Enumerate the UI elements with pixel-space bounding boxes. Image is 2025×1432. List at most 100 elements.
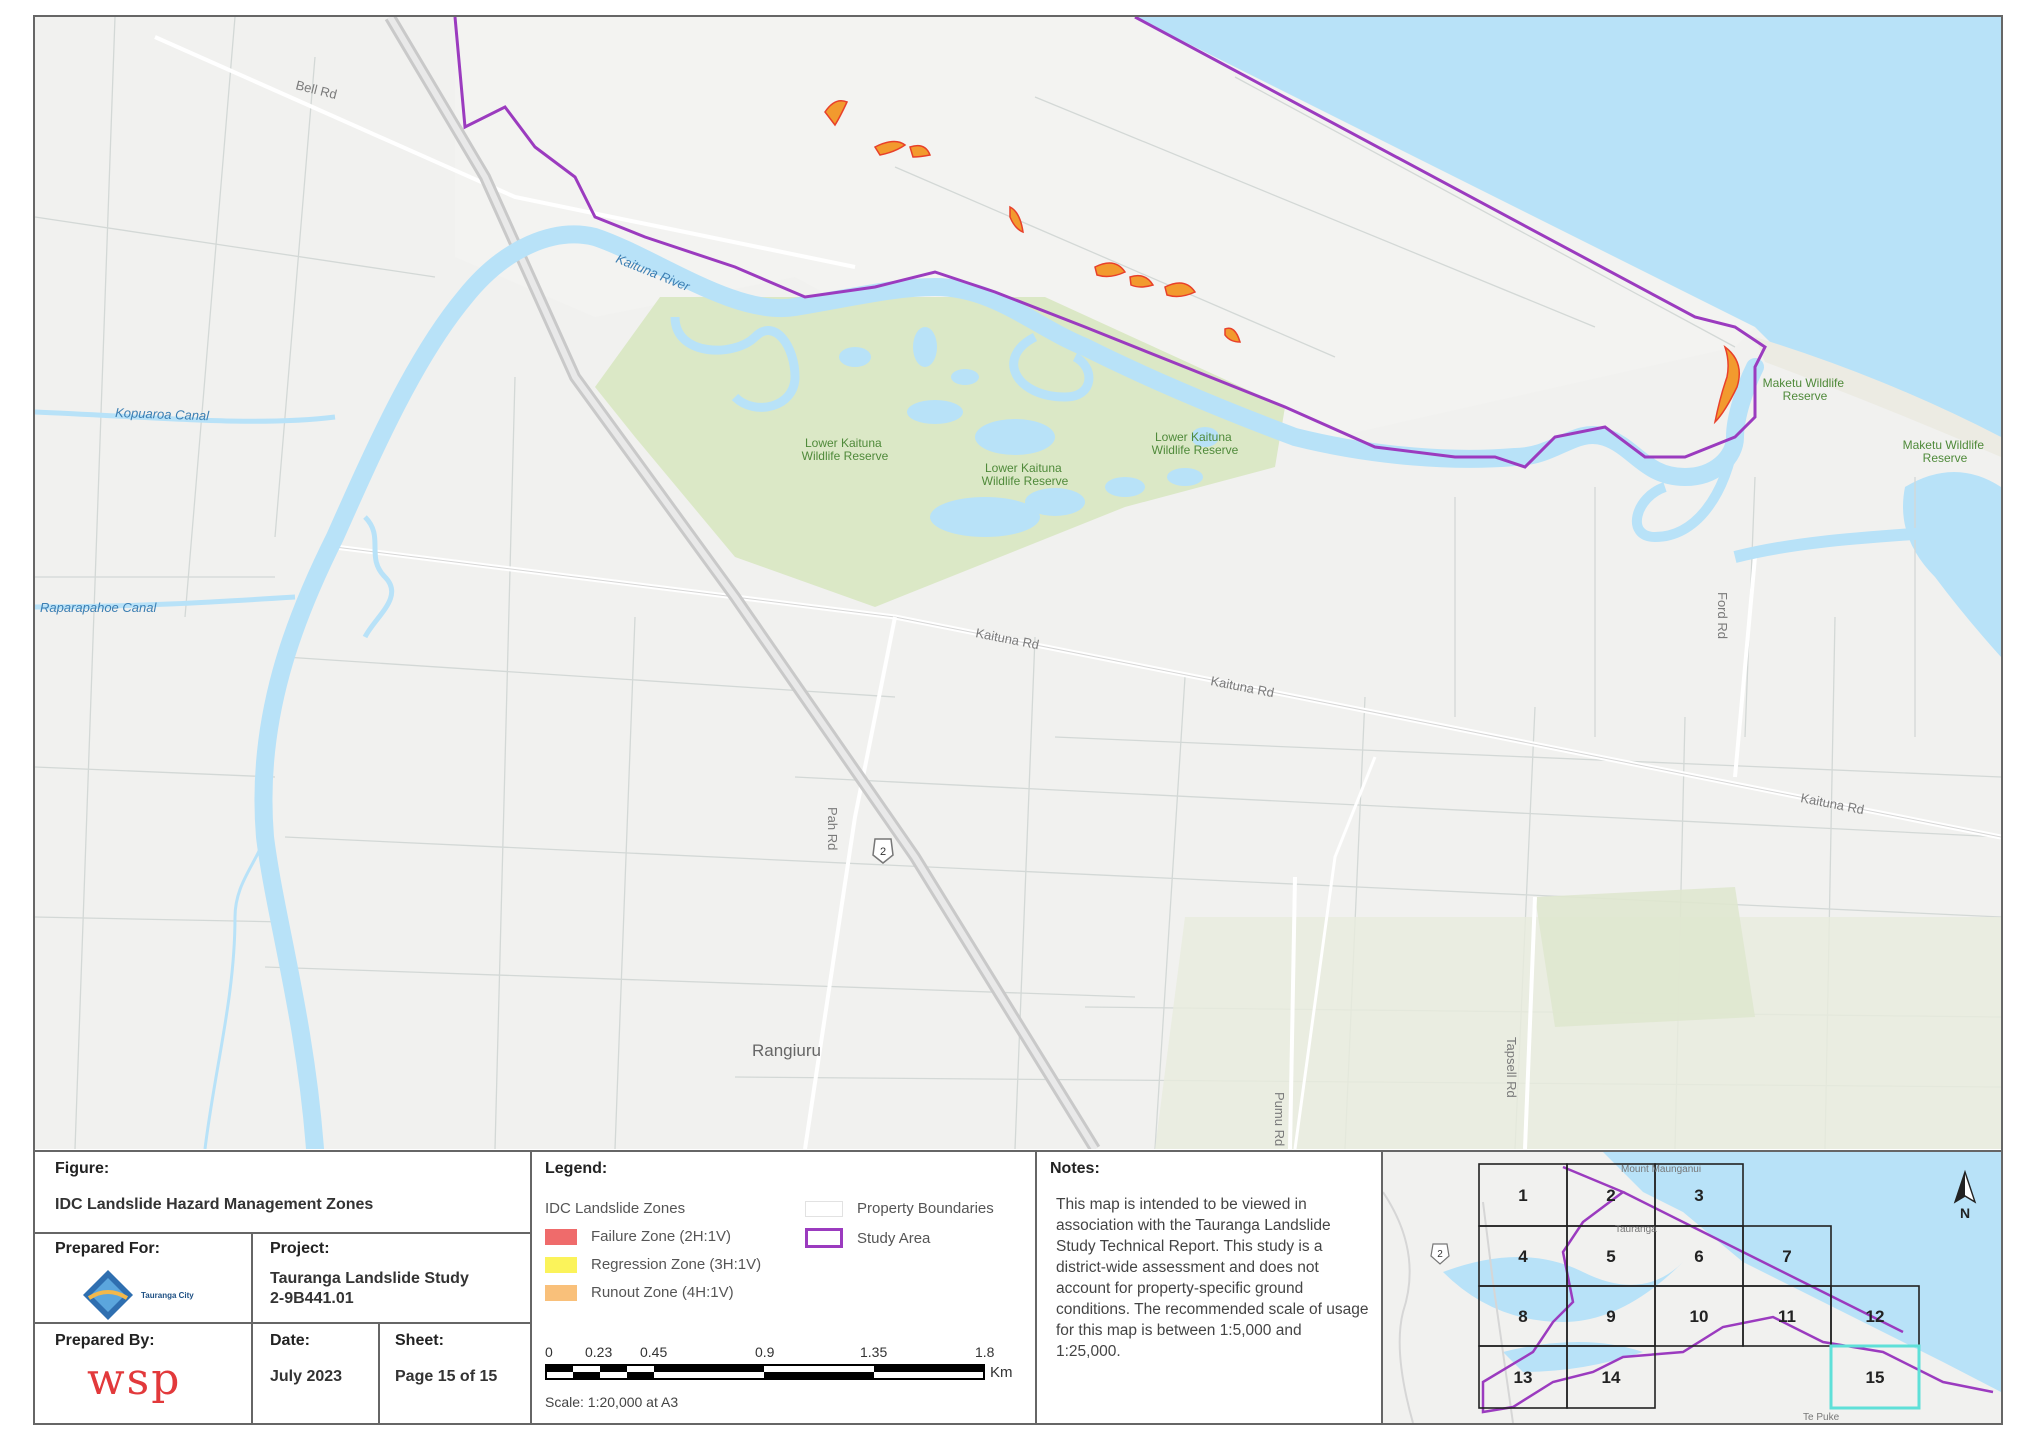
- scale-tick-label: 0.9: [755, 1344, 775, 1360]
- scale-text: Scale: 1:20,000 at A3: [545, 1394, 679, 1410]
- divider: [530, 1152, 532, 1425]
- reserve-label-line: Reserve: [1783, 389, 1828, 403]
- main-map[interactable]: Bell Rd Kaituna Rd Kaituna Rd Kaituna Rd…: [35, 17, 2001, 1149]
- legend-item-failure: Failure Zone (2H:1V): [545, 1228, 731, 1245]
- divider: [35, 1232, 530, 1234]
- index-sheet-number: 4: [1518, 1247, 1528, 1266]
- reserve-label-line: Lower Kaituna: [985, 461, 1062, 475]
- reserve-label-line: Wildlife Reserve: [802, 449, 889, 463]
- divider: [35, 1322, 530, 1324]
- figure-block: Figure: IDC Landslide Hazard Management …: [55, 1160, 373, 1214]
- map-sheet-frame: Bell Rd Kaituna Rd Kaituna Rd Kaituna Rd…: [33, 15, 2003, 1425]
- index-sheet-number: 6: [1694, 1247, 1703, 1266]
- legend-swatch-failure: [545, 1228, 577, 1245]
- divider: [251, 1232, 253, 1425]
- reserve-label-line: Reserve: [1923, 451, 1968, 465]
- legend-group-title: IDC Landslide Zones: [545, 1200, 686, 1217]
- scale-tick-label: 0.45: [640, 1344, 668, 1360]
- index-sheet-number: 1: [1518, 1186, 1527, 1205]
- index-sheet-number: 10: [1690, 1307, 1709, 1326]
- reserve-label: Lower Kaituna Wildlife Reserve: [982, 461, 1069, 488]
- scale-unit: Km: [990, 1364, 1013, 1381]
- prepared-for-label: Prepared For:: [55, 1240, 160, 1257]
- scale-tick-label: 1.35: [860, 1344, 888, 1360]
- legend-item-label: Runout Zone (4H:1V): [591, 1284, 734, 1301]
- index-sheet-number: 11: [1778, 1307, 1796, 1326]
- index-sheet-number: 5: [1606, 1247, 1615, 1266]
- sheet-label: Sheet:: [395, 1332, 444, 1349]
- shield-number: 2: [880, 846, 886, 858]
- legend-item-study-area: Study Area: [805, 1228, 930, 1248]
- reserve-label: Lower Kaituna Wildlife Reserve: [1152, 430, 1239, 457]
- scale-tick-label: 0.23: [585, 1344, 613, 1360]
- legend-swatch-study-area: [805, 1228, 843, 1248]
- legend-swatch-regression: [545, 1256, 577, 1273]
- reserve-label-line: Wildlife Reserve: [982, 474, 1069, 488]
- divider: [1035, 1152, 1037, 1425]
- road-label-tapsell: Tapsell Rd: [1504, 1037, 1519, 1098]
- reserve-label-line: Lower Kaituna: [1155, 430, 1232, 444]
- road-label-pumu: Pumu Rd: [1272, 1092, 1287, 1146]
- legend-swatch-property: [805, 1200, 843, 1217]
- date-value: July 2023: [270, 1368, 343, 1385]
- index-map[interactable]: 1 2 3 4 5 6 7 8 9 10 11 12 13 14 15 Moun…: [1383, 1152, 2001, 1423]
- reserve-label: Lower Kaituna Wildlife Reserve: [802, 436, 889, 463]
- title-block: Figure: IDC Landslide Hazard Management …: [35, 1150, 2001, 1425]
- figure-label: Figure:: [55, 1160, 110, 1177]
- notes-block: Notes: This map is intended to be viewed…: [1050, 1160, 1370, 1362]
- notes-text: This map is intended to be viewed in ass…: [1056, 1196, 1369, 1360]
- index-sheet-number: 12: [1866, 1307, 1885, 1326]
- reserve-label-line: Maketu Wildlife: [1763, 376, 1845, 390]
- wsp-logo: wsp: [87, 1354, 182, 1405]
- north-label: N: [1960, 1205, 1970, 1221]
- index-place-label: Mount Maunganui: [1621, 1164, 1701, 1175]
- client-logo: Tauranga City: [81, 1268, 245, 1322]
- legend-item-label: Regression Zone (3H:1V): [591, 1256, 762, 1273]
- index-highway-shield-number: 2: [1437, 1249, 1443, 1260]
- sheet-block: Sheet: Page 15 of 15: [395, 1332, 497, 1386]
- farmland-patch: [1535, 887, 1755, 1027]
- scale-tick-label: 1.8: [975, 1344, 995, 1360]
- project-number: 2-9B441.01: [270, 1290, 354, 1307]
- client-logo-text: Tauranga City: [141, 1290, 194, 1300]
- legend-label: Legend:: [545, 1160, 608, 1177]
- legend-item-runout: Runout Zone (4H:1V): [545, 1284, 734, 1301]
- figure-title: IDC Landslide Hazard Management Zones: [55, 1196, 374, 1213]
- index-sheet-number: 14: [1602, 1368, 1621, 1387]
- legend-item-label: Failure Zone (2H:1V): [591, 1228, 732, 1245]
- index-sheet-number: 15: [1866, 1368, 1885, 1387]
- notes-label: Notes:: [1050, 1160, 1100, 1177]
- index-sheet-number: 3: [1694, 1186, 1703, 1205]
- index-map-canvas: 1 2 3 4 5 6 7 8 9 10 11 12 13 14 15 Moun…: [1383, 1152, 2001, 1423]
- legend-item-property-boundaries: Property Boundaries: [805, 1200, 994, 1217]
- index-sheet-number: 8: [1518, 1307, 1527, 1326]
- tauranga-city-logo-icon: [83, 1270, 133, 1320]
- project-name: Tauranga Landslide Study: [270, 1270, 469, 1287]
- legend-item-label: Study Area: [857, 1229, 931, 1247]
- prepared-for-block: Prepared For: Tauranga City: [55, 1240, 245, 1322]
- reserve-label-line: Wildlife Reserve: [1152, 443, 1239, 457]
- legend-swatch-runout: [545, 1284, 577, 1301]
- legend-block: Legend: IDC Landslide Zones Failure Zone…: [545, 1160, 1025, 1420]
- scale-bar-graphic: [545, 1364, 985, 1380]
- road-label-pah: Pah Rd: [825, 807, 840, 850]
- map-canvas: Bell Rd Kaituna Rd Kaituna Rd Kaituna Rd…: [35, 17, 2001, 1149]
- index-sheet-number: 9: [1606, 1307, 1615, 1326]
- date-block: Date: July 2023: [270, 1332, 342, 1386]
- prepared-by-label: Prepared By:: [55, 1332, 155, 1349]
- road-label-ford: Ford Rd: [1715, 592, 1730, 639]
- index-sheet-number: 7: [1782, 1247, 1791, 1266]
- scale-bar: 0 0.23 0.45 0.9 1.35 1.8 Km Scale: 1:20,…: [545, 1344, 1025, 1410]
- index-sheet-number: 13: [1514, 1368, 1533, 1387]
- index-place-label: Te Puke: [1803, 1412, 1840, 1423]
- divider: [378, 1322, 380, 1425]
- index-sheet-number: 2: [1606, 1186, 1615, 1205]
- legend-item-label: Property Boundaries: [857, 1200, 994, 1217]
- reserve-label-line: Lower Kaituna: [805, 436, 882, 450]
- prepared-by-block: Prepared By: wsp: [55, 1332, 245, 1404]
- scale-tick-label: 0: [545, 1344, 553, 1360]
- project-label: Project:: [270, 1240, 330, 1257]
- sheet-value: Page 15 of 15: [395, 1368, 498, 1385]
- place-label-rangiuru: Rangiuru: [752, 1041, 821, 1060]
- reserve-label-line: Maketu Wildlife: [1903, 438, 1985, 452]
